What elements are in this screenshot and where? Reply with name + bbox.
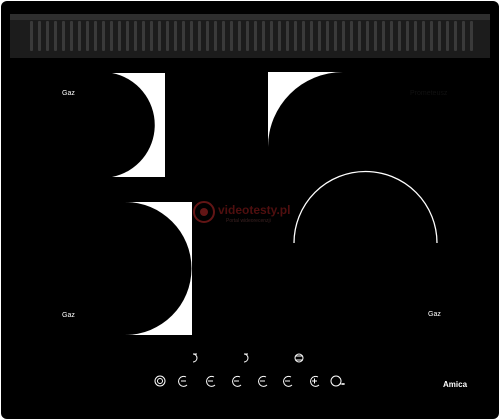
- brand-logo: Amica: [443, 380, 468, 389]
- vent-slat: [342, 21, 345, 51]
- vent-slat: [70, 21, 73, 51]
- vent-slat: [102, 21, 105, 51]
- vent-strip: [10, 14, 490, 58]
- vent-slat: [366, 21, 369, 51]
- vent-slat: [54, 21, 57, 51]
- zone-label-right-lower: Gaz: [428, 311, 441, 318]
- vent-slat: [318, 21, 321, 51]
- vent-slat: [158, 21, 161, 51]
- vent-slat: [398, 21, 401, 51]
- vent-slat: [126, 21, 129, 51]
- zone-label-bottom-left: Gaz: [62, 312, 75, 319]
- vent-slat: [326, 21, 329, 51]
- vent-slat: [382, 21, 385, 51]
- zone-top-left[interactable]: Gaz: [62, 73, 165, 177]
- vent-slat: [214, 21, 217, 51]
- vent-slat: [150, 21, 153, 51]
- vent-slat: [446, 21, 449, 51]
- vent-slat: [46, 21, 49, 51]
- vent-slat: [78, 21, 81, 51]
- vent-slat: [30, 21, 33, 51]
- vent-slat: [302, 21, 305, 51]
- vent-slat: [294, 21, 297, 51]
- vent-slat: [118, 21, 121, 51]
- vent-slat: [38, 21, 41, 51]
- vent-slat: [110, 21, 113, 51]
- zone-label-prometeusz: Prometeusz: [410, 90, 448, 97]
- zone-label-top-left: Gaz: [62, 90, 75, 97]
- vent-slat: [310, 21, 313, 51]
- vent-slat: [278, 21, 281, 51]
- vent-slat: [374, 21, 377, 51]
- vent-slat: [230, 21, 233, 51]
- vent-slat: [358, 21, 361, 51]
- vent-slat: [390, 21, 393, 51]
- zone-bottom-left[interactable]: Gaz: [62, 202, 192, 335]
- vent-slat: [334, 21, 337, 51]
- vent-slat: [206, 21, 209, 51]
- vent-slat: [270, 21, 273, 51]
- vent-slat: [190, 21, 193, 51]
- vent-slat: [238, 21, 241, 51]
- vent-slat: [86, 21, 89, 51]
- vent-slat: [142, 21, 145, 51]
- vent-slat: [62, 21, 65, 51]
- vent-slat: [166, 21, 169, 51]
- vent-slat: [430, 21, 433, 51]
- vent-slat: [174, 21, 177, 51]
- watermark-text: videotesty.pl: [218, 203, 290, 217]
- vent-slat: [350, 21, 353, 51]
- vent-slat: [222, 21, 225, 51]
- vent-slat: [470, 21, 473, 51]
- vent-slat: [134, 21, 137, 51]
- vent-slat: [94, 21, 97, 51]
- vent-slat: [438, 21, 441, 51]
- zone-right[interactable]: Prometeusz Gaz: [268, 72, 448, 340]
- vent-slat: [198, 21, 201, 51]
- vent-slat: [414, 21, 417, 51]
- induction-hob: Gaz Gaz Prometeusz Gaz videotesty.pl Por…: [1, 1, 499, 419]
- vent-slat: [454, 21, 457, 51]
- vent-slat: [262, 21, 265, 51]
- vent-slat: [182, 21, 185, 51]
- vent-slat: [422, 21, 425, 51]
- vent-slat: [286, 21, 289, 51]
- vent-slat: [406, 21, 409, 51]
- vent-slat: [246, 21, 249, 51]
- watermark-subtext: Portal wideorecenzji: [226, 218, 271, 224]
- vent-slat: [254, 21, 257, 51]
- vent-slat: [462, 21, 465, 51]
